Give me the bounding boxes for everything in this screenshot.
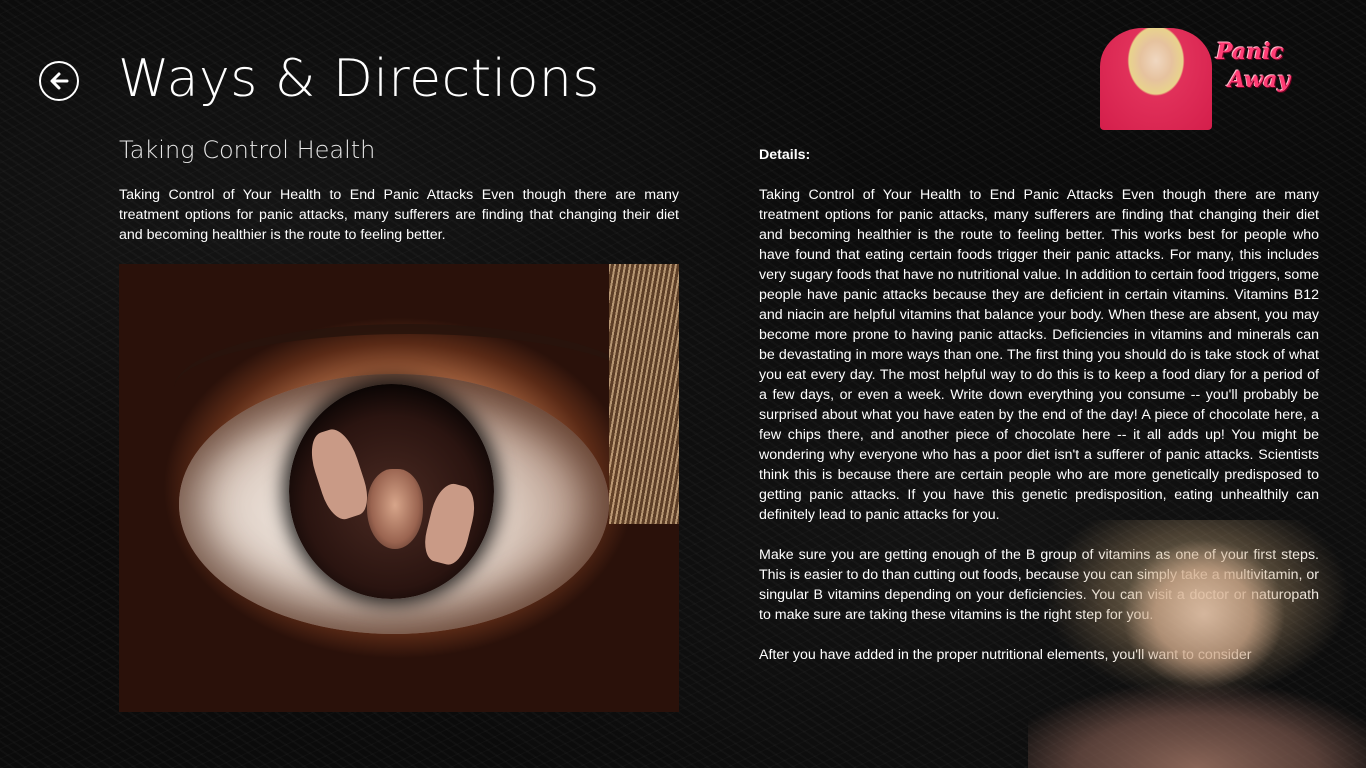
logo-text-line1: Panic [1216,39,1284,65]
logo-person-image [1100,28,1212,130]
eye-image [119,264,679,712]
details-paragraph: Make sure you are getting enough of the … [759,547,1319,623]
details-body[interactable]: Taking Control of Your Health to End Pan… [759,185,1319,705]
logo-text-line2: Away [1228,67,1291,93]
logo-text: Panic Away [1216,38,1312,94]
hair-strands [609,264,679,524]
article-subtitle: Taking Control Health [119,136,376,164]
article-summary: Taking Control of Your Health to End Pan… [119,187,679,243]
details-label: Details: [759,147,811,163]
panic-away-logo: Panic Away [1100,28,1312,132]
details-paragraph: Taking Control of Your Health to End Pan… [759,187,1319,523]
page-title: Ways & Directions [118,49,600,109]
details-paragraph: After you have added in the proper nutri… [759,647,1252,663]
reflection-face [367,469,423,549]
back-button[interactable] [39,61,79,101]
arrow-left-circle-icon [50,72,69,90]
